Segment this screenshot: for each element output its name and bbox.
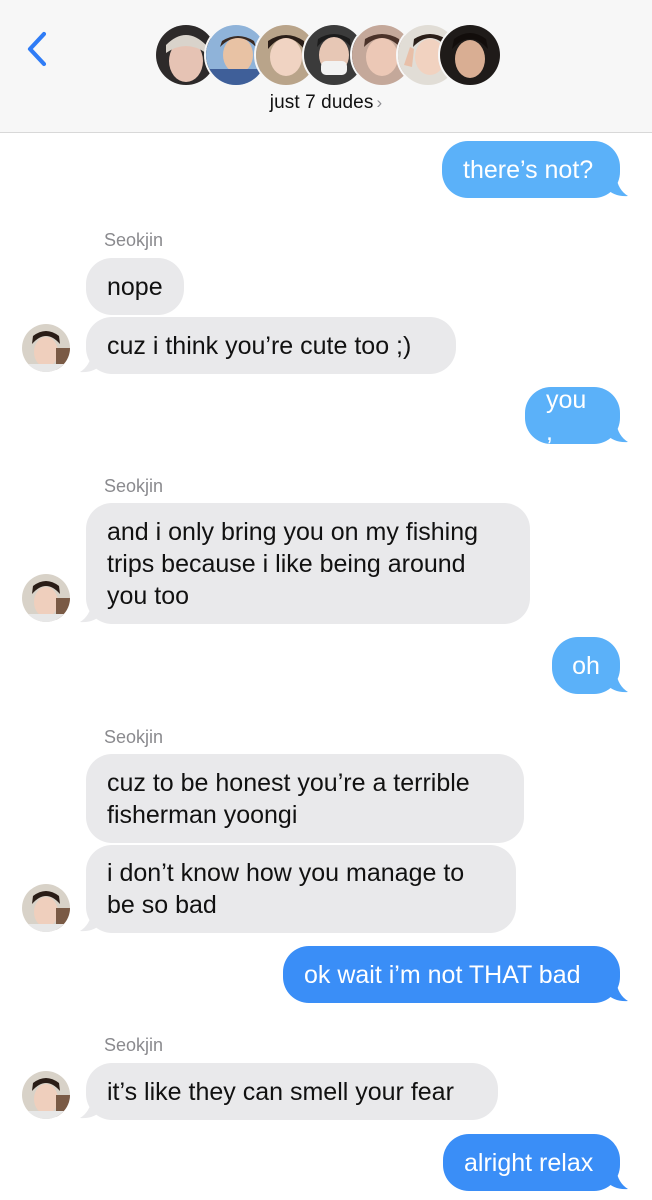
bubble-tail: [606, 422, 628, 443]
message-text-line: i don’t know how you manage to: [107, 859, 465, 887]
member-avatar: [438, 23, 502, 87]
conversation-header: just 7 dudes ›: [0, 0, 652, 133]
group-name-button[interactable]: just 7 dudes ›: [0, 92, 652, 114]
bubble-tail: [606, 981, 628, 1002]
outgoing-message[interactable]: ok wait i’m not THAT bad: [283, 946, 620, 1003]
sender-avatar: [22, 574, 70, 622]
incoming-message[interactable]: cuz i think you’re cute too ;): [86, 317, 456, 374]
bubble-tail: [80, 911, 102, 932]
incoming-message[interactable]: it’s like they can smell your fear: [86, 1063, 498, 1120]
back-button[interactable]: [18, 26, 58, 72]
message-text-line: and i only bring you on my fishing: [107, 518, 479, 546]
bubble-tail: [606, 176, 628, 197]
message-text-line: trips because i like being around: [107, 550, 466, 578]
incoming-message[interactable]: i don’t know how you manage to be so bad: [86, 845, 516, 933]
chevron-right-icon: ›: [376, 93, 383, 112]
message-text: ok wait i’m not THAT bad: [304, 960, 581, 989]
bubble-tail: [80, 602, 102, 623]
bubble-tail: [606, 672, 628, 693]
message-text: you ,: [546, 385, 587, 446]
bubble-tail: [80, 1098, 102, 1119]
sender-avatar: [22, 1071, 70, 1119]
message-text-line: cuz to be honest you’re a terrible: [107, 769, 470, 797]
sender-avatar: [22, 324, 70, 372]
message-text-line: you too: [107, 582, 190, 610]
message-text: cuz i think you’re cute too ;): [107, 331, 412, 360]
sender-name: Seokjin: [104, 727, 164, 747]
outgoing-message[interactable]: there’s not?: [442, 141, 620, 198]
chevron-left-icon: [27, 31, 47, 67]
sender-name: Seokjin: [104, 476, 164, 496]
messages-screen: just 7 dudes › there’s not? Seokjin nope …: [0, 0, 652, 1200]
sender-name: Seokjin: [104, 230, 164, 250]
sender-name: Seokjin: [104, 1035, 164, 1055]
incoming-message[interactable]: and i only bring you on my fishing trips…: [86, 503, 530, 624]
message-text-line: fisherman yoongi: [107, 801, 298, 829]
message-text: there’s not?: [463, 155, 594, 184]
message-text: oh: [572, 651, 600, 680]
outgoing-message[interactable]: alright relax: [443, 1134, 620, 1191]
incoming-message[interactable]: nope: [86, 258, 184, 315]
incoming-message[interactable]: cuz to be honest you’re a terrible fishe…: [86, 754, 524, 843]
message-text: it’s like they can smell your fear: [107, 1077, 454, 1106]
sender-avatar: [22, 884, 70, 932]
message-text: nope: [107, 272, 163, 301]
message-text-line: be so bad: [107, 891, 217, 919]
group-avatars[interactable]: [154, 23, 502, 87]
message-text: alright relax: [464, 1148, 594, 1177]
group-name-label: just 7 dudes: [269, 92, 374, 113]
bubble-tail: [606, 1169, 628, 1190]
bubble-tail: [80, 352, 102, 373]
